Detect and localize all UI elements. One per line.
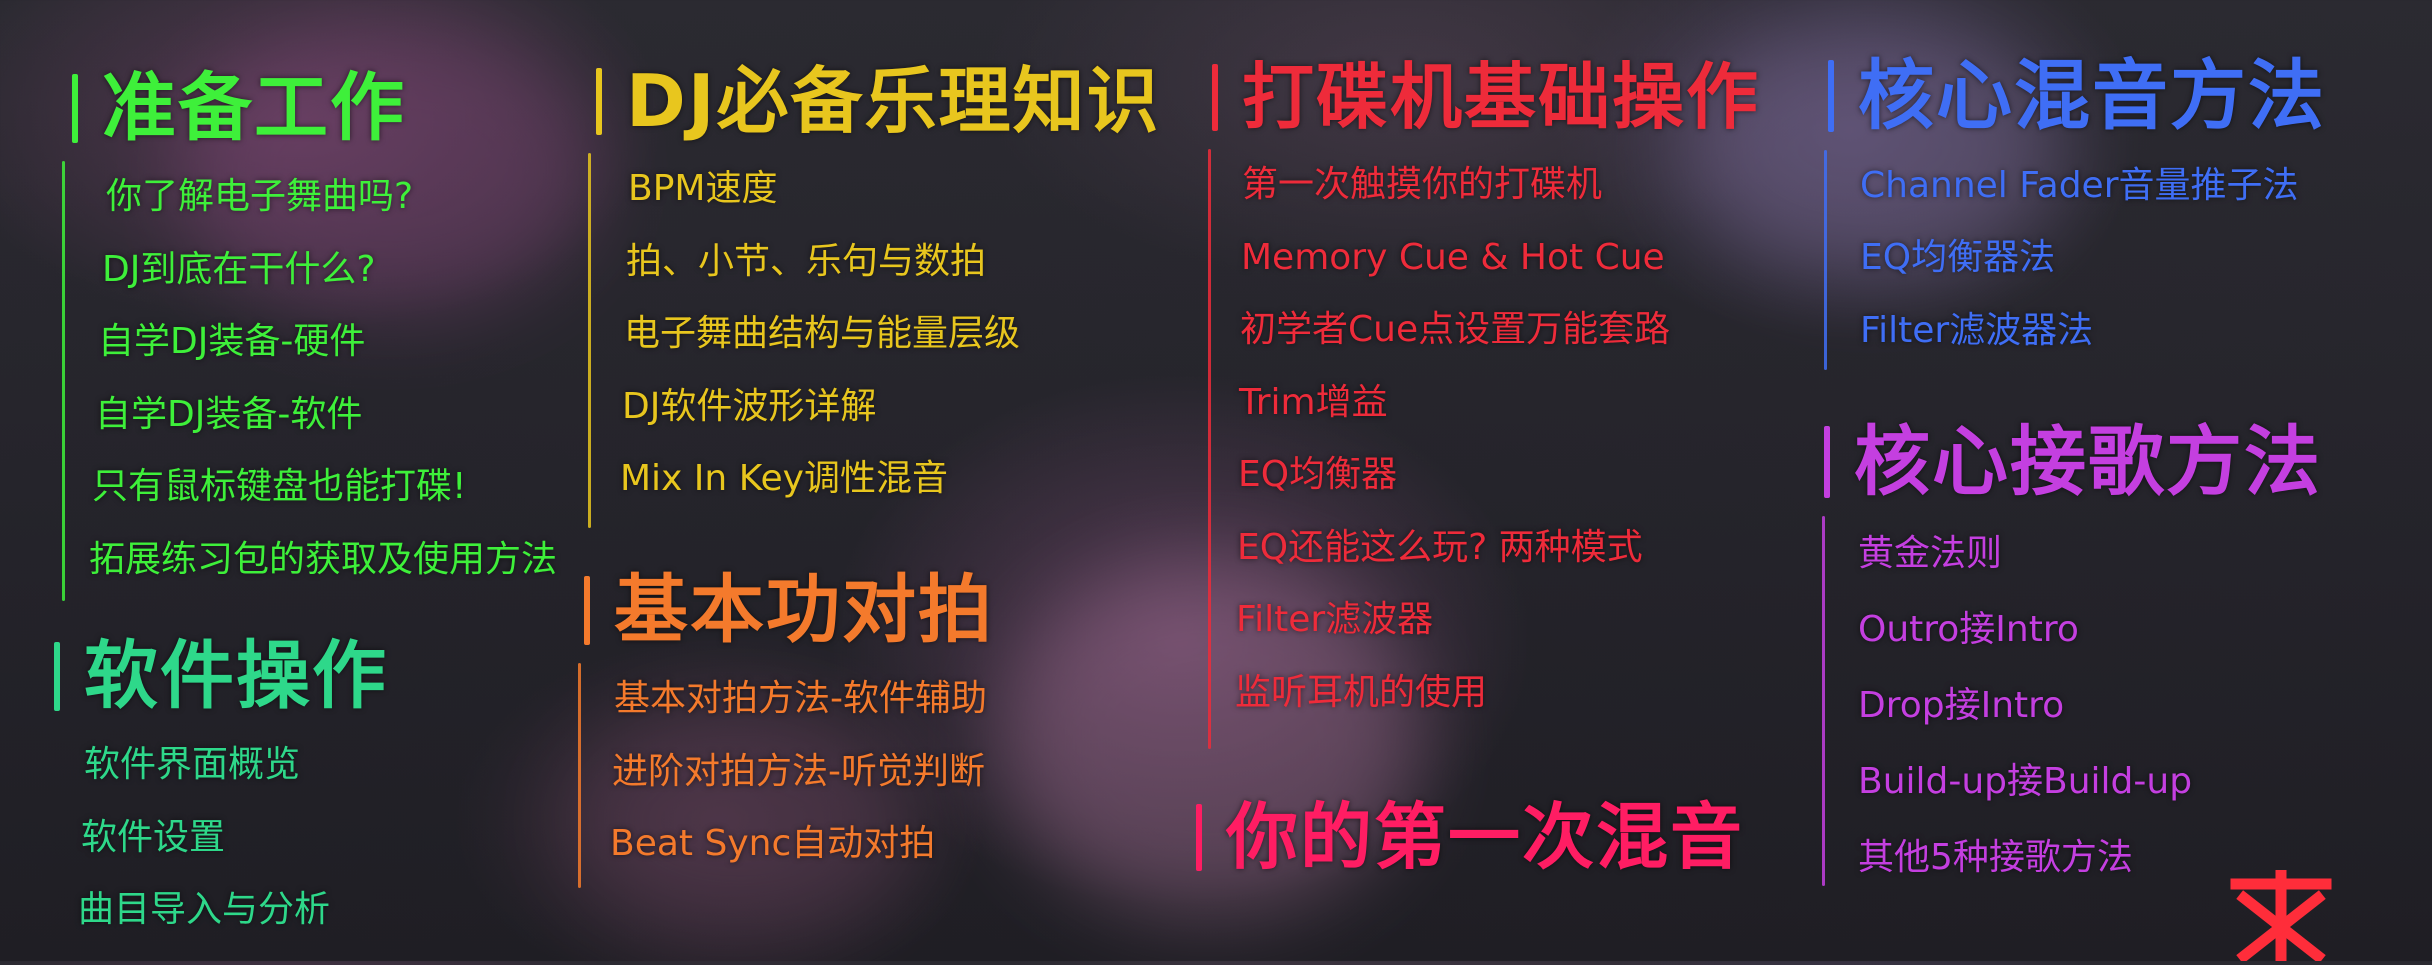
list-item[interactable]: Filter滤波器 xyxy=(1236,584,1760,657)
list-item[interactable]: Memory Cue & Hot Cue xyxy=(1241,222,1760,295)
heading-text: 核心接歌方法 xyxy=(1854,417,2322,506)
item-list-beatmatch: 基本对拍方法-软件辅助 进阶对拍方法-听觉判断 Beat Sync自动对拍 xyxy=(578,663,994,889)
section-title-prep: 准备工作 xyxy=(72,65,557,151)
list-item[interactable]: Mix In Key调性混音 xyxy=(620,443,1161,516)
list-item[interactable]: 监听耳机的使用 xyxy=(1235,657,1760,730)
list-item[interactable]: Beat Sync自动对拍 xyxy=(610,808,994,881)
list-item[interactable]: 自学DJ装备-软件 xyxy=(95,379,557,452)
list-line xyxy=(62,161,65,602)
section-title-firstmix[interactable]: 你的第一次混音 xyxy=(1196,795,1745,879)
list-item[interactable]: 只有鼠标键盘也能打碟! xyxy=(92,451,557,524)
heading-text: DJ必备乐理知识 xyxy=(626,59,1161,143)
list-item[interactable]: 黄金法则 xyxy=(1858,516,2322,592)
list-line xyxy=(588,153,591,529)
list-item[interactable]: 第一次触摸你的打碟机 xyxy=(1242,149,1760,222)
list-line xyxy=(1822,515,1825,886)
list-item[interactable]: 曲目导入与分析 xyxy=(78,874,388,947)
item-list-theory: BPM速度 拍、小节、乐句与数拍 电子舞曲结构与能量层级 DJ软件波形详解 Mi… xyxy=(588,153,1161,529)
section-title-beatmatch: 基本功对拍 xyxy=(584,567,994,653)
heading-bar xyxy=(54,642,60,712)
heading-bar xyxy=(72,74,78,144)
list-line xyxy=(1208,149,1211,750)
section-title-software: 软件操作 xyxy=(54,633,388,719)
star-logo-icon xyxy=(2226,864,2336,965)
list-item[interactable]: EQ还能这么玩? 两种模式 xyxy=(1237,512,1760,585)
heading-bar xyxy=(1212,64,1218,132)
list-item[interactable]: 软件界面概览 xyxy=(84,729,388,802)
list-item[interactable]: 进阶对拍方法-听觉判断 xyxy=(612,736,994,809)
heading-text: 你的第一次混音 xyxy=(1226,795,1745,879)
section-title-transition: 核心接歌方法 xyxy=(1824,420,2322,504)
heading-text: 核心混音方法 xyxy=(1858,51,2326,140)
list-item[interactable]: 你了解电子舞曲吗? xyxy=(106,161,557,234)
list-item[interactable]: Outro接Intro xyxy=(1858,592,2322,668)
heading-bar xyxy=(1196,804,1202,872)
list-item[interactable]: Channel Fader音量推子法 xyxy=(1860,150,2326,223)
item-list-mixing: Channel Fader音量推子法 EQ均衡器法 Filter滤波器法 xyxy=(1824,149,2326,370)
section-beatmatch: 基本功对拍 基本对拍方法-软件辅助 进阶对拍方法-听觉判断 Beat Sync自… xyxy=(578,567,994,889)
heading-text: 软件操作 xyxy=(84,633,388,719)
list-item[interactable]: 电子舞曲结构与能量层级 xyxy=(624,298,1161,371)
item-list-transition: 黄金法则 Outro接Intro Drop接Intro Build-up接Bui… xyxy=(1822,515,2322,896)
list-item[interactable]: DJ到底在干什么? xyxy=(102,234,557,307)
list-item[interactable]: Filter滤波器法 xyxy=(1860,295,2326,368)
section-transition: 核心接歌方法 黄金法则 Outro接Intro Drop接Intro Build… xyxy=(1822,420,2322,896)
list-item[interactable]: 基本对拍方法-软件辅助 xyxy=(614,663,994,736)
section-theory: DJ必备乐理知识 BPM速度 拍、小节、乐句与数拍 电子舞曲结构与能量层级 DJ… xyxy=(588,59,1161,529)
list-item[interactable]: EQ均衡器 xyxy=(1238,439,1760,512)
section-title-controller: 打碟机基础操作 xyxy=(1212,55,1761,139)
list-item[interactable]: DJ软件波形详解 xyxy=(622,371,1161,444)
item-list-controller: 第一次触摸你的打碟机 Memory Cue & Hot Cue 初学者Cue点设… xyxy=(1208,149,1760,750)
heading-bar xyxy=(1828,60,1834,132)
heading-text: 准备工作 xyxy=(102,65,406,151)
section-firstmix: 你的第一次混音 xyxy=(1196,795,1745,879)
item-list-software: 软件界面概览 软件设置 曲目导入与分析 xyxy=(44,729,388,947)
heading-bar xyxy=(584,576,590,646)
section-mixing: 核心混音方法 Channel Fader音量推子法 EQ均衡器法 Filter滤… xyxy=(1824,54,2326,370)
list-item[interactable]: EQ均衡器法 xyxy=(1860,222,2326,295)
section-prep: 准备工作 你了解电子舞曲吗? DJ到底在干什么? 自学DJ装备-硬件 自学DJ装… xyxy=(62,65,557,602)
list-item[interactable]: 拍、小节、乐句与数拍 xyxy=(626,226,1161,299)
heading-bar xyxy=(1824,426,1830,498)
list-item[interactable]: 初学者Cue点设置万能套路 xyxy=(1240,294,1760,367)
list-line xyxy=(1824,149,1827,370)
heading-text: 打碟机基础操作 xyxy=(1242,55,1761,139)
item-list-prep: 你了解电子舞曲吗? DJ到底在干什么? 自学DJ装备-硬件 自学DJ装备-软件 … xyxy=(62,161,557,602)
section-title-theory: DJ必备乐理知识 xyxy=(596,59,1161,143)
list-item[interactable]: Trim增益 xyxy=(1239,367,1760,440)
list-item[interactable]: Build-up接Build-up xyxy=(1858,744,2322,820)
heading-bar xyxy=(596,68,602,136)
section-controller: 打碟机基础操作 第一次触摸你的打碟机 Memory Cue & Hot Cue … xyxy=(1208,55,1761,750)
list-line xyxy=(578,663,581,889)
list-item[interactable]: 拓展练习包的获取及使用方法 xyxy=(89,524,557,597)
heading-text: 基本功对拍 xyxy=(614,567,994,653)
section-software: 软件操作 软件界面概览 软件设置 曲目导入与分析 xyxy=(54,633,388,947)
list-item[interactable]: Drop接Intro xyxy=(1858,668,2322,744)
list-item[interactable]: BPM速度 xyxy=(628,153,1161,226)
list-item[interactable]: 软件设置 xyxy=(81,802,388,875)
list-item[interactable]: 自学DJ装备-硬件 xyxy=(98,306,557,379)
section-title-mixing: 核心混音方法 xyxy=(1828,54,2326,138)
